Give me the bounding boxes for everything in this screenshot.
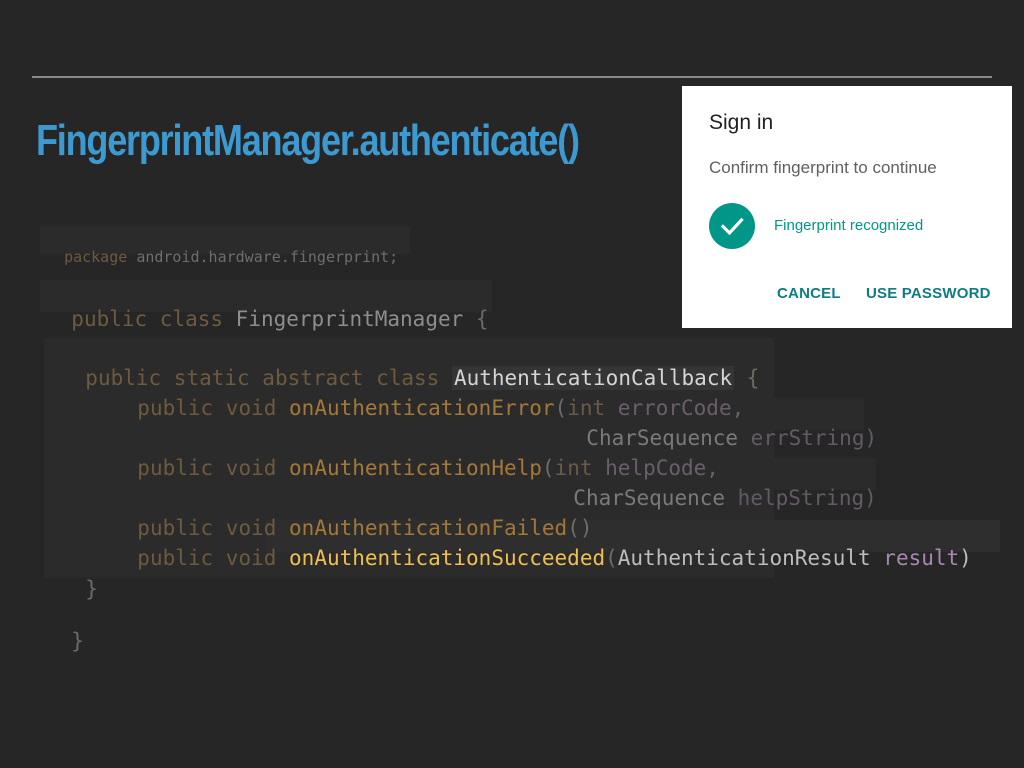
code-help-method-cont: CharSequence helpString) <box>548 462 877 510</box>
param-type: CharSequence <box>573 486 726 510</box>
header-divider <box>32 76 992 78</box>
brace: { <box>475 307 489 331</box>
code-class-line: public class FingerprintManager { <box>46 283 489 331</box>
package-name: android.hardware.fingerprint; <box>136 248 399 266</box>
checkmark-icon <box>709 203 755 249</box>
brace: { <box>746 366 760 390</box>
dialog-title: Sign in <box>709 111 774 134</box>
slide-title: FingerprintManager.authenticate() <box>36 116 580 165</box>
keyword: public void <box>137 546 277 570</box>
param-name: errString) <box>750 426 878 450</box>
code-succeeded-method: public void onAuthenticationSucceeded(Au… <box>137 546 972 570</box>
use-password-button[interactable]: USE PASSWORD <box>866 285 991 302</box>
code-package-line: package android.hardware.fingerprint; <box>46 230 398 266</box>
param-name: result <box>883 546 960 570</box>
param-name: helpString) <box>737 486 877 510</box>
keyword: public class <box>71 307 224 331</box>
keyword: public void <box>137 396 277 420</box>
code-inner-close-brace: } <box>85 577 98 601</box>
keyword: package <box>64 248 128 266</box>
method-name-highlighted: onAuthenticationSucceeded <box>289 546 606 570</box>
fingerprint-dialog: Sign in Confirm fingerprint to continue … <box>682 86 1012 328</box>
param-type: AuthenticationResult <box>617 546 871 570</box>
dialog-subtitle: Confirm fingerprint to continue <box>709 158 937 177</box>
method-name: onAuthenticationError <box>289 396 555 420</box>
cancel-button[interactable]: CANCEL <box>777 285 841 302</box>
class-name: FingerprintManager <box>235 307 464 331</box>
code-outer-close-brace: } <box>71 629 84 653</box>
keyword: public void <box>137 456 277 480</box>
fingerprint-status: Fingerprint recognized <box>774 217 924 234</box>
method-name: onAuthenticationHelp <box>289 456 542 480</box>
